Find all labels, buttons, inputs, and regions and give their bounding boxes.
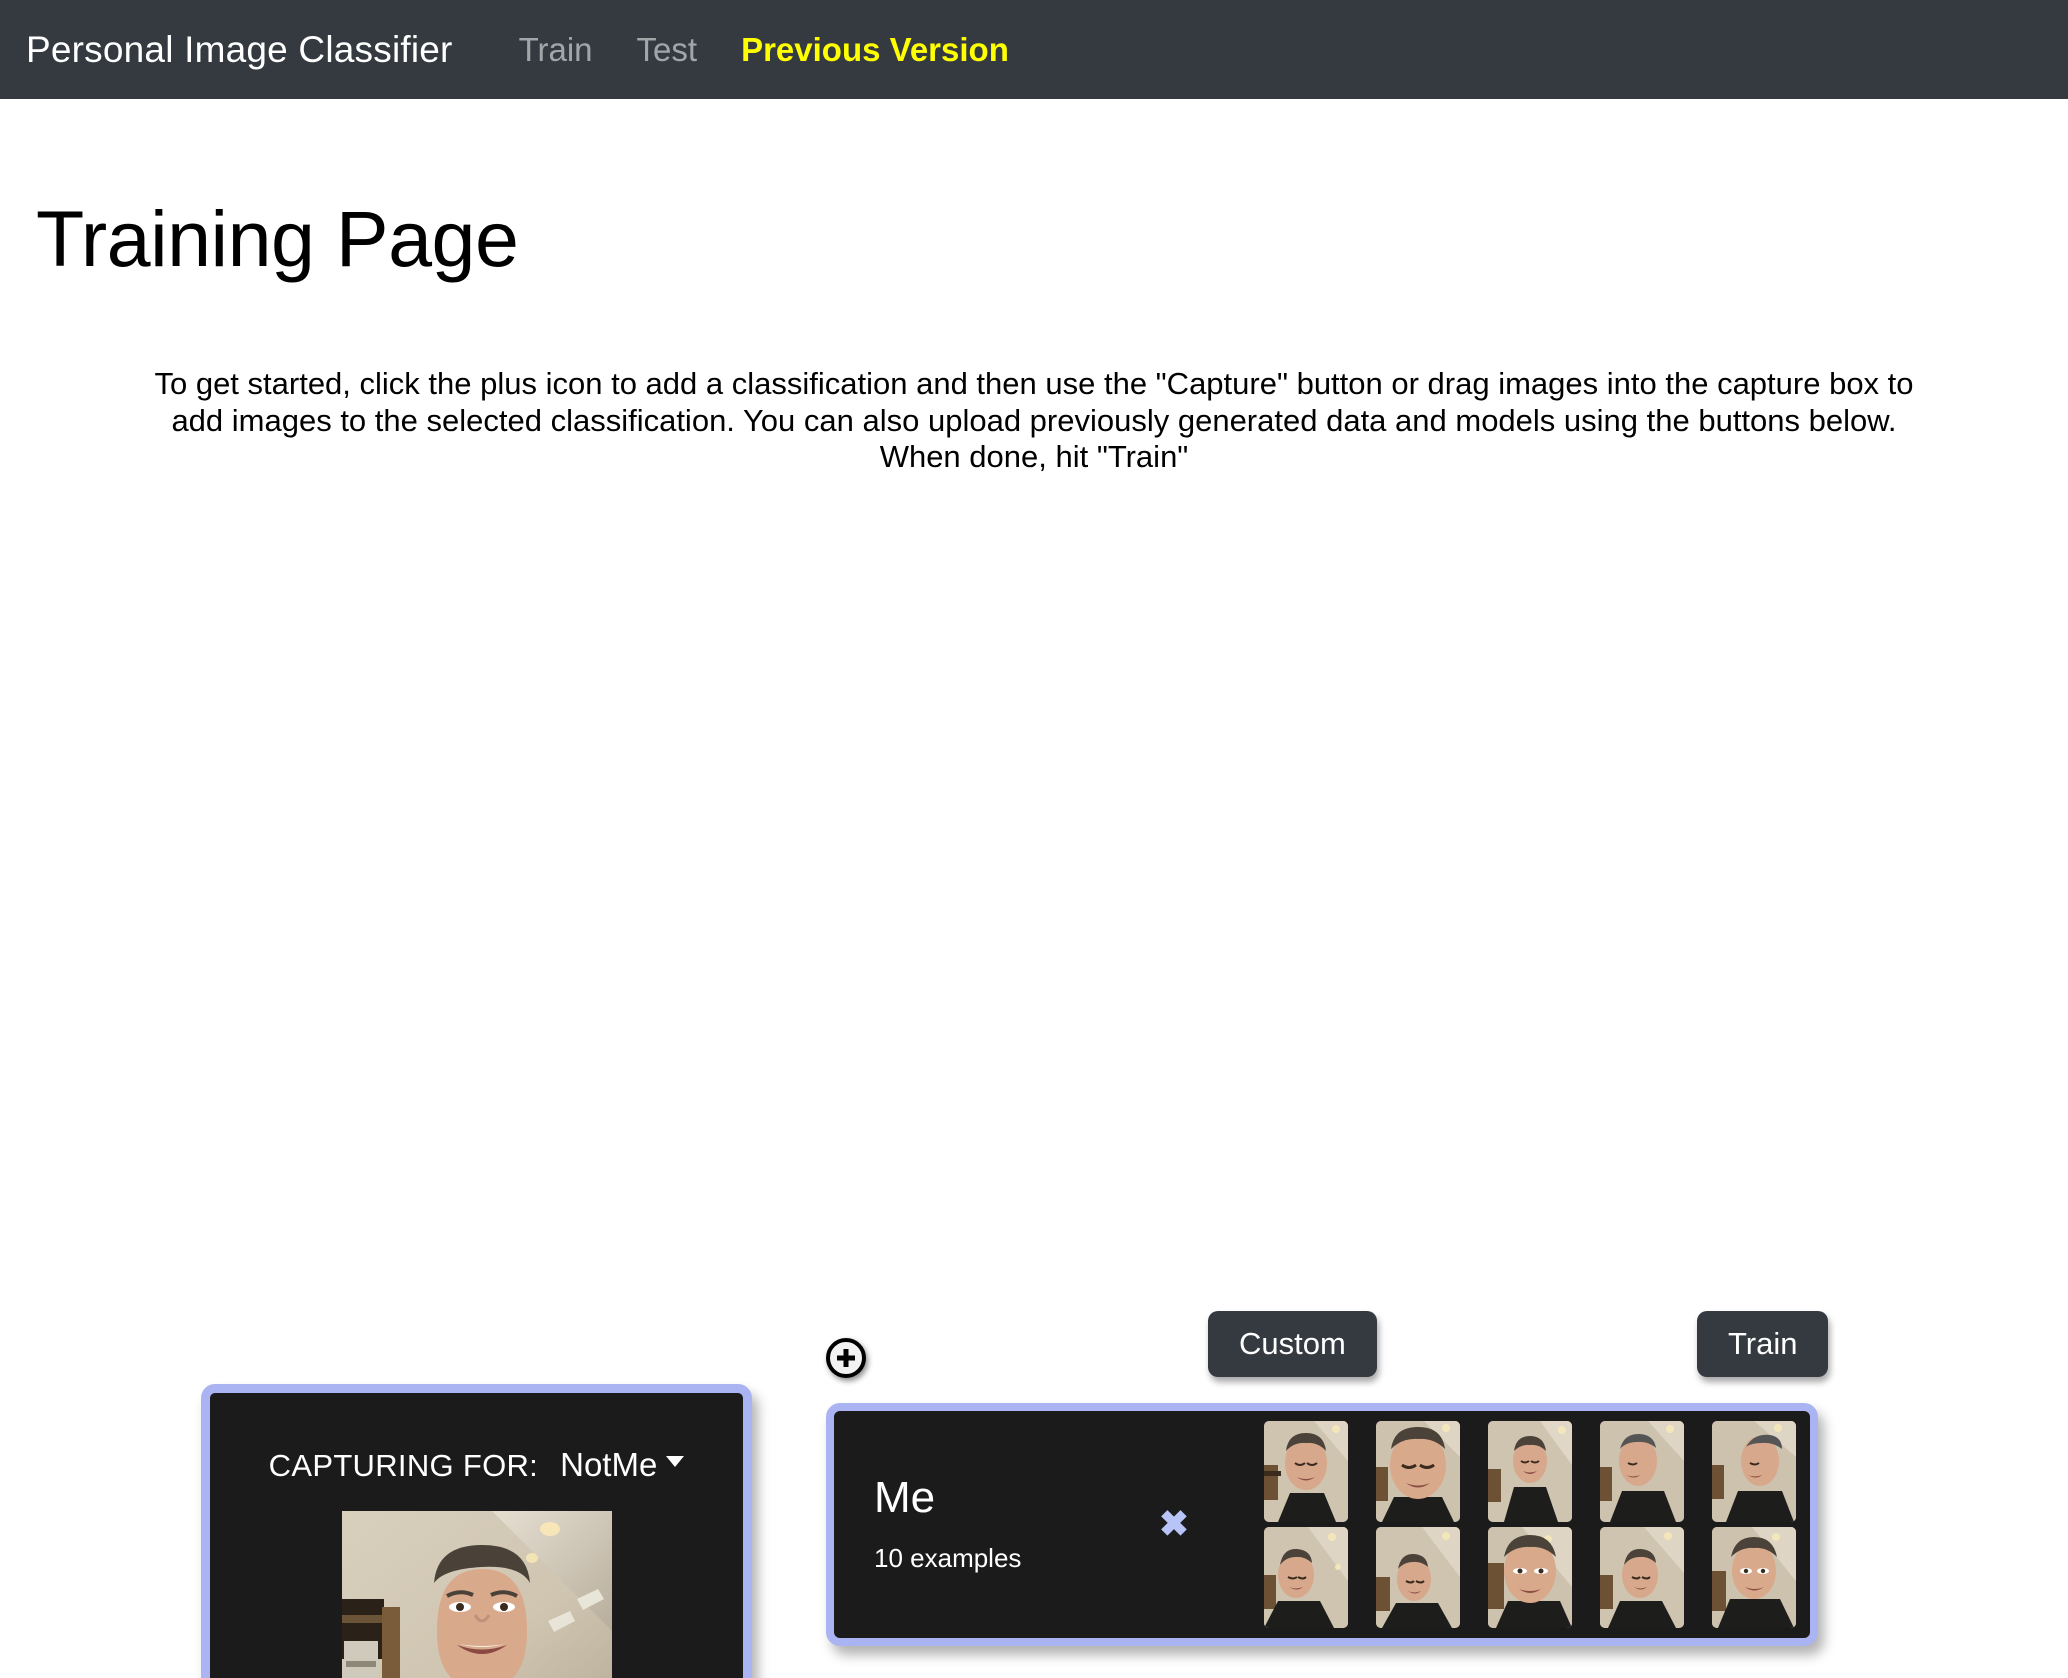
- thumbnail[interactable]: [1712, 1526, 1796, 1628]
- capturing-class-value: NotMe: [560, 1445, 658, 1483]
- thumbnail-grid: [1264, 1420, 1796, 1628]
- instructions-line-1: To get started, click the plus icon to a…: [154, 365, 1914, 401]
- thumbnail[interactable]: [1264, 1420, 1348, 1522]
- classification-example-count: 10 examples: [874, 1542, 1022, 1573]
- capturing-class-dropdown[interactable]: NotMe: [560, 1445, 685, 1484]
- instructions-line-2: add images to the selected classificatio…: [171, 402, 1897, 438]
- nav-link-train[interactable]: Train: [497, 31, 615, 69]
- app-brand: Personal Image Classifier: [26, 28, 453, 70]
- capturing-for-row: CAPTURING FOR: NotMe: [269, 1446, 685, 1484]
- thumbnail[interactable]: [1600, 1526, 1684, 1628]
- thumbnail[interactable]: [1264, 1526, 1348, 1628]
- instructions-text: To get started, click the plus icon to a…: [0, 366, 2068, 476]
- classification-info: Me 10 examples: [834, 1474, 1134, 1573]
- thumbnail[interactable]: [1488, 1526, 1572, 1628]
- classification-name: Me: [874, 1473, 936, 1523]
- workspace: Custom Train CAPTURING FOR: NotMe Me 10 …: [0, 597, 2068, 1678]
- classification-row[interactable]: Me 10 examples ✖: [826, 1402, 1818, 1646]
- thumbnail[interactable]: [1376, 1526, 1460, 1628]
- nav-links: Train Test Previous Version: [497, 31, 1031, 69]
- thumbnail[interactable]: [1488, 1420, 1572, 1522]
- instructions-line-3: When done, hit "Train": [879, 439, 1189, 475]
- close-icon[interactable]: ✖: [1144, 1506, 1204, 1542]
- navbar: Personal Image Classifier Train Test Pre…: [0, 0, 2068, 99]
- thumbnail[interactable]: [1376, 1420, 1460, 1522]
- capture-panel[interactable]: CAPTURING FOR: NotMe: [201, 1383, 752, 1678]
- thumbnail[interactable]: [1600, 1420, 1684, 1522]
- nav-link-test[interactable]: Test: [615, 31, 720, 69]
- train-button[interactable]: Train: [1697, 1310, 1829, 1377]
- nav-link-previous-version[interactable]: Previous Version: [719, 31, 1031, 69]
- custom-button[interactable]: Custom: [1208, 1310, 1377, 1377]
- webcam-preview: [341, 1510, 612, 1678]
- plus-circle-icon[interactable]: [824, 1336, 868, 1380]
- capturing-for-label: CAPTURING FOR:: [268, 1447, 539, 1483]
- chevron-down-icon: [666, 1456, 685, 1468]
- page-title: Training Page: [36, 194, 519, 283]
- thumbnail[interactable]: [1712, 1420, 1796, 1522]
